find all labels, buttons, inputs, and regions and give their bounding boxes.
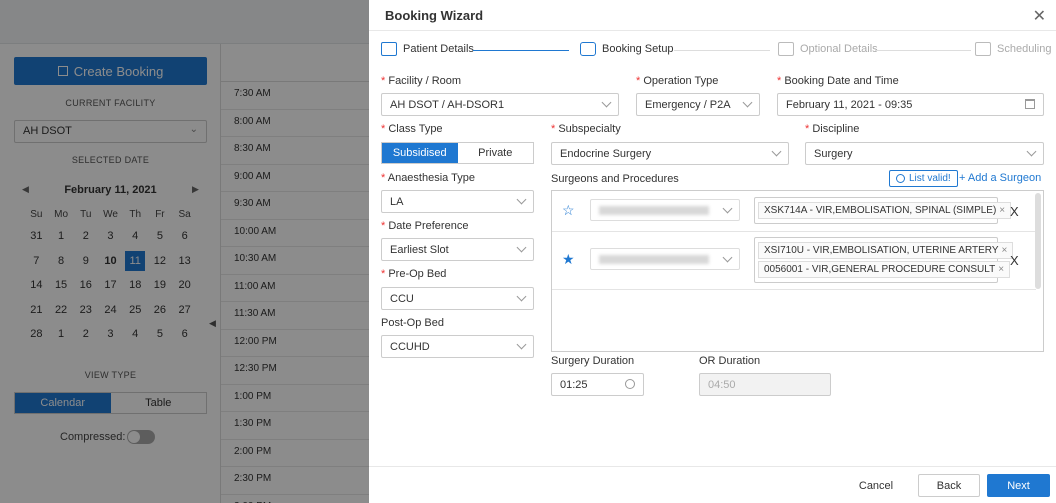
id-card-icon bbox=[381, 42, 397, 56]
pre-op-bed-select[interactable]: CCU bbox=[381, 287, 534, 310]
surgeon-row: ☆ XSK714A - VIR,EMBOLISATION, SPINAL (SI… bbox=[552, 191, 1036, 232]
facility-room-select[interactable]: AH DSOT / AH-DSOR1 bbox=[381, 93, 619, 116]
procedure-tag: 0056001 - VIR,GENERAL PROCEDURE CONSULT × bbox=[758, 261, 1011, 278]
or-duration-label: OR Duration bbox=[699, 355, 761, 367]
subspecialty-label: * Subspecialty bbox=[551, 123, 621, 135]
star-outline-icon[interactable]: ☆ bbox=[562, 202, 575, 219]
step-booking-setup[interactable]: Booking Setup bbox=[580, 42, 674, 56]
surgeons-procedures-label: Surgeons and Procedures bbox=[551, 173, 679, 185]
surgeons-list: ☆ XSK714A - VIR,EMBOLISATION, SPINAL (SI… bbox=[551, 190, 1044, 352]
procedure-select[interactable]: XSI710U - VIR,EMBOLISATION, UTERINE ARTE… bbox=[754, 237, 1014, 283]
calendar-check-icon bbox=[975, 42, 991, 56]
plus-icon: + bbox=[959, 172, 968, 184]
step-connector bbox=[875, 50, 971, 51]
step-label: Scheduling bbox=[997, 43, 1052, 55]
or-duration-input: 04:50 bbox=[699, 373, 831, 396]
surgery-duration-label: Surgery Duration bbox=[551, 355, 635, 367]
clock-icon bbox=[625, 379, 635, 389]
subspecialty-select[interactable]: Endocrine Surgery bbox=[551, 142, 789, 165]
anaesthesia-type-label: * Anaesthesia Type bbox=[381, 172, 475, 184]
modal-backdrop[interactable] bbox=[0, 0, 369, 503]
back-button[interactable]: Back bbox=[918, 474, 980, 497]
step-connector bbox=[674, 50, 770, 51]
remove-tag-icon[interactable]: × bbox=[999, 205, 1005, 216]
add-surgeon-button[interactable]: + Add a Surgeon bbox=[959, 172, 1041, 184]
chevron-down-icon bbox=[1026, 146, 1037, 157]
class-type-toggle: Subsidised Private bbox=[381, 142, 534, 164]
pre-op-bed-label: * Pre-Op Bed bbox=[381, 268, 447, 280]
close-icon[interactable]: ✕ bbox=[1033, 6, 1046, 26]
discipline-select[interactable]: Surgery bbox=[805, 142, 1044, 165]
next-button[interactable]: Next bbox=[987, 474, 1050, 497]
procedure-select[interactable]: XSK714A - VIR,EMBOLISATION, SPINAL (SIMP… bbox=[754, 197, 1012, 224]
date-preference-label: * Date Preference bbox=[381, 220, 469, 232]
class-subsidised-button[interactable]: Subsidised bbox=[382, 143, 458, 163]
remove-surgeon-button[interactable]: X bbox=[1010, 204, 1019, 219]
check-circle-icon bbox=[896, 174, 905, 183]
list-valid-button[interactable]: List valid! bbox=[889, 170, 958, 187]
step-label: Patient Details bbox=[403, 43, 474, 55]
class-private-button[interactable]: Private bbox=[458, 143, 534, 163]
post-op-bed-select[interactable]: CCUHD bbox=[381, 335, 534, 358]
chevron-down-icon bbox=[742, 97, 753, 108]
step-connector bbox=[473, 50, 569, 51]
step-scheduling[interactable]: Scheduling bbox=[975, 42, 1051, 56]
calendar-icon bbox=[1025, 99, 1035, 109]
modal-header-divider bbox=[369, 30, 1056, 31]
step-optional-details[interactable]: Optional Details bbox=[778, 42, 878, 56]
surgeon-row: ★ XSI710U - VIR,EMBOLISATION, UTERINE AR… bbox=[552, 232, 1036, 290]
class-type-label: * Class Type bbox=[381, 123, 443, 135]
operation-type-label: * Operation Type bbox=[636, 75, 719, 87]
discipline-label: * Discipline bbox=[805, 123, 860, 135]
building-icon bbox=[778, 42, 794, 56]
remove-surgeon-button[interactable]: X bbox=[1010, 253, 1019, 268]
scrollbar[interactable] bbox=[1035, 193, 1041, 289]
modal-title: Booking Wizard bbox=[385, 8, 484, 23]
step-label: Optional Details bbox=[800, 43, 878, 55]
surgeon-select[interactable] bbox=[590, 199, 740, 221]
procedure-tag: XSK714A - VIR,EMBOLISATION, SPINAL (SIMP… bbox=[758, 202, 1012, 219]
remove-tag-icon[interactable]: × bbox=[1002, 245, 1008, 256]
chevron-down-icon bbox=[722, 203, 733, 214]
step-label: Booking Setup bbox=[602, 43, 674, 55]
modal-footer-divider bbox=[369, 466, 1056, 467]
chevron-down-icon bbox=[516, 339, 527, 350]
surgery-duration-input[interactable]: 01:25 bbox=[551, 373, 644, 396]
anaesthesia-type-select[interactable]: LA bbox=[381, 190, 534, 213]
booking-wizard-modal: Booking Wizard ✕ Patient Details Booking… bbox=[369, 0, 1056, 503]
operation-type-select[interactable]: Emergency / P2A bbox=[636, 93, 760, 116]
surgeon-select[interactable] bbox=[590, 248, 740, 270]
chevron-down-icon bbox=[516, 242, 527, 253]
cancel-button[interactable]: Cancel bbox=[847, 474, 905, 497]
post-op-bed-label: Post-Op Bed bbox=[381, 317, 444, 329]
chevron-down-icon bbox=[601, 97, 612, 108]
add-surgeon-label: Add a Surgeon bbox=[967, 172, 1042, 184]
chevron-down-icon bbox=[722, 252, 733, 263]
chevron-down-icon bbox=[516, 194, 527, 205]
booking-datetime-input[interactable]: February 11, 2021 - 09:35 bbox=[777, 93, 1044, 116]
briefcase-plus-icon bbox=[580, 42, 596, 56]
star-filled-icon[interactable]: ★ bbox=[562, 251, 575, 268]
date-preference-select[interactable]: Earliest Slot bbox=[381, 238, 534, 261]
facility-room-label: * Facility / Room bbox=[381, 75, 462, 87]
list-valid-label: List valid! bbox=[909, 173, 951, 184]
procedure-tag: XSI710U - VIR,EMBOLISATION, UTERINE ARTE… bbox=[758, 242, 1014, 259]
booking-datetime-label: * Booking Date and Time bbox=[777, 75, 899, 87]
remove-tag-icon[interactable]: × bbox=[998, 264, 1004, 275]
chevron-down-icon bbox=[516, 291, 527, 302]
step-patient-details[interactable]: Patient Details bbox=[381, 42, 474, 56]
chevron-down-icon bbox=[771, 146, 782, 157]
